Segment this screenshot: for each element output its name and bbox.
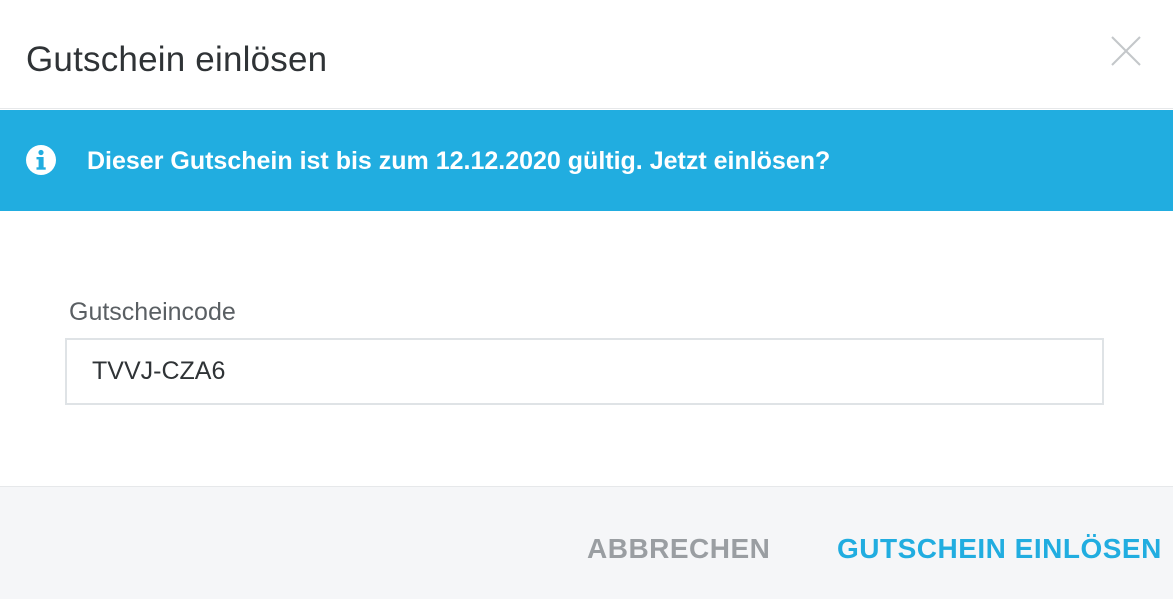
info-icon — [25, 144, 57, 176]
voucher-code-input[interactable] — [65, 338, 1104, 405]
redeem-voucher-dialog: Gutschein einlösen Dieser Gutschein ist … — [0, 0, 1173, 599]
dialog-title: Gutschein einlösen — [26, 40, 328, 79]
dialog-header: Gutschein einlösen — [0, 0, 1173, 109]
close-icon-graphic — [1111, 36, 1141, 66]
cancel-button[interactable]: ABBRECHEN — [587, 531, 770, 567]
close-icon[interactable] — [1108, 33, 1144, 69]
info-message: Dieser Gutschein ist bis zum 12.12.2020 … — [87, 147, 831, 175]
voucher-code-label: Gutscheincode — [69, 298, 236, 326]
redeem-voucher-button[interactable]: GUTSCHEIN EINLÖSEN — [837, 531, 1162, 567]
